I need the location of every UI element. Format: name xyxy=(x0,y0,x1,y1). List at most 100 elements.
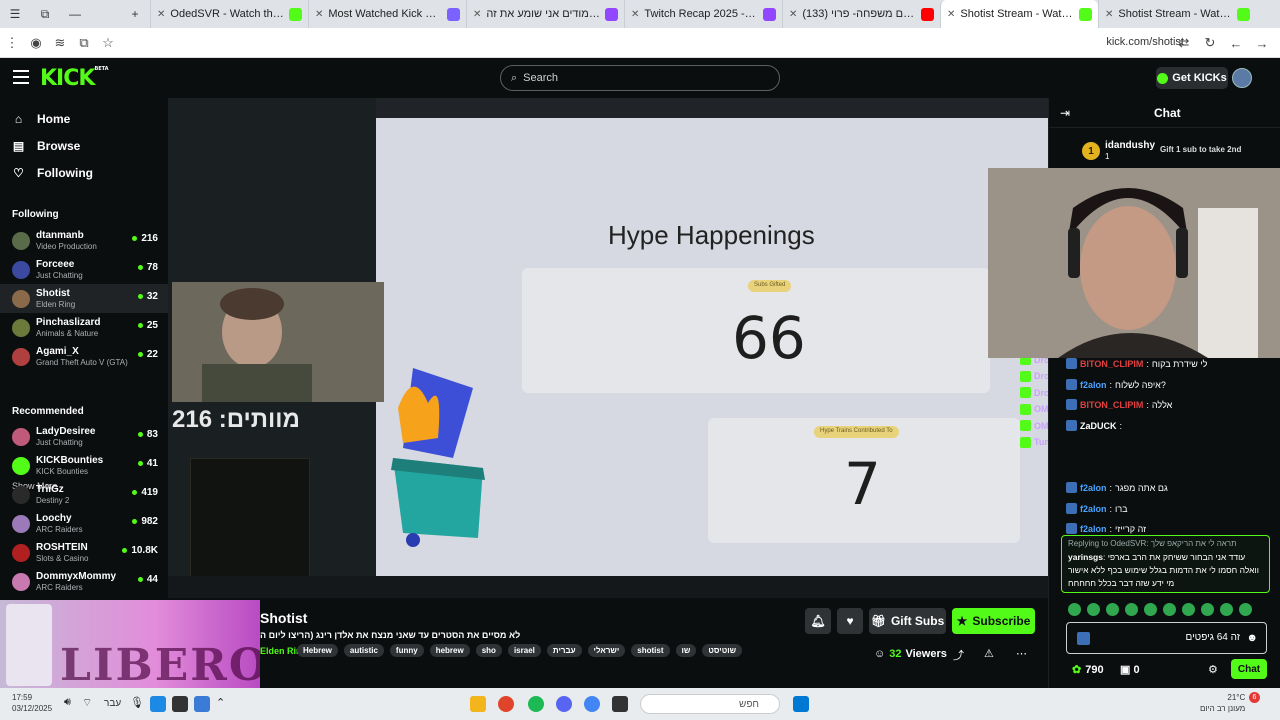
emote-icon[interactable] xyxy=(1106,603,1119,616)
close-tab-icon[interactable]: ✕ xyxy=(157,9,165,20)
back-icon[interactable]: ← xyxy=(1224,31,1248,55)
emote-icon[interactable] xyxy=(1201,603,1214,616)
user-avatar[interactable] xyxy=(1232,68,1252,88)
sidebar-channel-forceee[interactable]: Forceee Just Chatting 78 xyxy=(0,255,168,284)
browser-tab[interactable]: ✕ Shotist Stream - Watch Live on xyxy=(1098,0,1256,28)
chat-username[interactable]: f2alon xyxy=(1080,483,1107,493)
stream-tag[interactable]: Hebrew xyxy=(297,644,338,657)
browser-tab[interactable]: ✕ OdedSVR - Watch the VOD on xyxy=(150,0,308,28)
chat-input[interactable]: זה 64 גיפטים ☻ xyxy=(1066,622,1267,654)
sidebar-channel-agami_x[interactable]: Agami_X Grand Theft Auto V (GTA) 22 xyxy=(0,342,168,371)
bookmark-star-icon[interactable]: ☆ xyxy=(96,31,120,55)
forward-icon[interactable]: → xyxy=(1250,31,1274,55)
stream-tag[interactable]: עברית xyxy=(546,644,582,657)
chat-username[interactable]: f2alon xyxy=(1080,504,1107,514)
reply-user[interactable]: yarinsgs xyxy=(1068,552,1103,562)
extensions-icon[interactable]: ≋ xyxy=(48,31,72,55)
notification-badge[interactable]: 6 xyxy=(1249,692,1260,703)
promo-banner[interactable]: LIBERO xyxy=(0,600,260,688)
hamburger-menu-icon[interactable] xyxy=(13,70,29,84)
window-menu-icon[interactable]: ☰ xyxy=(0,0,30,28)
gift-count[interactable]: ▣ 0 xyxy=(1120,663,1140,676)
stream-tag[interactable]: sho xyxy=(475,644,502,657)
sidebar-channel-dtanmanb[interactable]: dtanmanb Video Production 216 xyxy=(0,226,168,255)
spotify-icon[interactable] xyxy=(528,696,544,712)
sidebar-channel-kickbounties[interactable]: KICKBounties KICK Bounties 41 xyxy=(0,451,168,480)
sidebar-channel-dommyxmommy[interactable]: DommyxMommy ARC Raiders 44 xyxy=(0,567,168,596)
browser-tab[interactable]: ✕ Most Watched Kick Streamers xyxy=(308,0,466,28)
chrome-icon[interactable] xyxy=(584,696,600,712)
file-explorer-icon[interactable] xyxy=(470,696,486,712)
stream-tag[interactable]: israel xyxy=(507,644,541,657)
stream-tag[interactable]: שו xyxy=(675,644,697,657)
share-icon[interactable]: ⤴ xyxy=(953,647,964,663)
channel-points[interactable]: ✿ 790 xyxy=(1072,663,1104,677)
weather-widget[interactable]: 21°C מעונן רב היום xyxy=(1200,692,1245,714)
sidebar-channel-roshtein[interactable]: ROSHTEIN Slots & Casino 10.8K xyxy=(0,538,168,567)
windows-start-icon[interactable] xyxy=(793,696,809,712)
search-input[interactable]: ⌕ Search xyxy=(500,65,780,91)
emote-icon[interactable] xyxy=(1144,603,1157,616)
gift-subs-button[interactable]: 🎁︎ Gift Subs xyxy=(869,608,946,634)
stream-tag[interactable]: autistic xyxy=(343,644,384,657)
sidebar-channel-shotist[interactable]: Shotist Elden Ring 32 xyxy=(0,284,168,313)
menu-dots-icon[interactable]: ⋮ xyxy=(0,31,24,55)
reload-icon[interactable]: ↻ xyxy=(1198,31,1222,55)
chat-username[interactable]: ZaDUCK xyxy=(1080,421,1117,431)
chat-username[interactable]: BITON_CLIPIM xyxy=(1080,400,1143,410)
emote-icon[interactable] xyxy=(1125,603,1138,616)
emote-icon[interactable] xyxy=(1182,603,1195,616)
subscribe-button[interactable]: ★ Subscribe xyxy=(952,608,1035,634)
follow-heart-button[interactable]: ♥ xyxy=(837,608,863,634)
browser-tab[interactable]: ✕ (133) שינתה שם משפחה- פרוי xyxy=(782,0,940,28)
stream-tag[interactable]: ישראלי xyxy=(587,644,626,657)
emoji-picker-icon[interactable]: ☻ xyxy=(1246,632,1258,644)
tray-sync-icon[interactable] xyxy=(194,696,210,712)
stream-tag[interactable]: funny xyxy=(389,644,424,657)
kick-logo[interactable]: KICKBETA xyxy=(40,66,109,91)
tray-chevron-icon[interactable]: ⌃ xyxy=(216,696,232,712)
browser-tab[interactable]: ✕ Shotist Stream - Watch Live on xyxy=(940,0,1098,28)
close-tab-icon[interactable]: ✕ xyxy=(1105,9,1113,20)
nav-following[interactable]: ♡ Following xyxy=(12,166,93,180)
sidebar-channel-loochy[interactable]: Loochy ARC Raiders 982 xyxy=(0,509,168,538)
close-tab-icon[interactable]: ✕ xyxy=(947,9,955,20)
chat-settings-icon[interactable]: ⚙ xyxy=(1208,663,1218,676)
profile-icon[interactable]: ◉ xyxy=(24,31,48,55)
new-tab-icon[interactable]: + xyxy=(120,0,150,28)
nav-home[interactable]: ⌂ Home xyxy=(12,112,70,126)
emote-icon[interactable] xyxy=(1239,603,1252,616)
nav-browse[interactable]: ▤ Browse xyxy=(12,139,81,153)
language-indicator[interactable]: עבר xyxy=(104,698,121,709)
stream-channel-name[interactable]: Shotist xyxy=(260,610,307,626)
clock[interactable]: 17:59 03/12/2025 xyxy=(12,692,52,714)
chat-username[interactable]: f2alon xyxy=(1080,380,1107,390)
sidebar-channel-pinchaslizard[interactable]: Pinchaslizard Animals & Nature 25 xyxy=(0,313,168,342)
tab-search-icon[interactable]: ⧉ xyxy=(30,0,60,28)
top-gifter-name[interactable]: idandushy xyxy=(1105,140,1155,151)
terminal-icon[interactable] xyxy=(612,696,628,712)
send-chat-button[interactable]: Chat xyxy=(1231,659,1267,679)
stream-tag[interactable]: hebrew xyxy=(429,644,470,657)
emote-icon[interactable] xyxy=(1068,603,1081,616)
more-options-icon[interactable]: ⋯ xyxy=(1016,647,1027,660)
collapse-chat-icon[interactable]: ⇥ xyxy=(1060,106,1070,120)
stream-tag[interactable]: shotist xyxy=(631,644,670,657)
sidebar-channel-triigz[interactable]: TriiGz Destiny 2 419 xyxy=(0,480,168,509)
translate-icon[interactable]: ⇄ xyxy=(1172,31,1196,55)
volume-icon[interactable]: 🔊︎ xyxy=(64,696,80,712)
close-tab-icon[interactable]: ✕ xyxy=(315,9,323,20)
sidebar-channel-ladydesiree[interactable]: LadyDesiree Just Chatting 83 xyxy=(0,422,168,451)
close-tab-icon[interactable]: ✕ xyxy=(631,9,639,20)
report-icon[interactable]: ⚠ xyxy=(984,647,994,660)
minimize-icon[interactable]: — xyxy=(60,0,90,28)
close-tab-icon[interactable]: ✕ xyxy=(473,9,481,20)
mic-icon[interactable]: 🎙︎ xyxy=(130,696,146,712)
notification-bell-button[interactable]: 🔔︎ xyxy=(805,608,831,634)
app-icon[interactable] xyxy=(498,696,514,712)
reply-message[interactable]: Replying to OdedSVR: תראה לי את הריקאפ ש… xyxy=(1061,535,1270,593)
emote-icon[interactable] xyxy=(1163,603,1176,616)
notion-icon[interactable] xyxy=(172,696,188,712)
chat-username[interactable]: f2alon xyxy=(1080,524,1107,534)
chat-username[interactable]: BITON_CLIPIM xyxy=(1080,359,1143,369)
